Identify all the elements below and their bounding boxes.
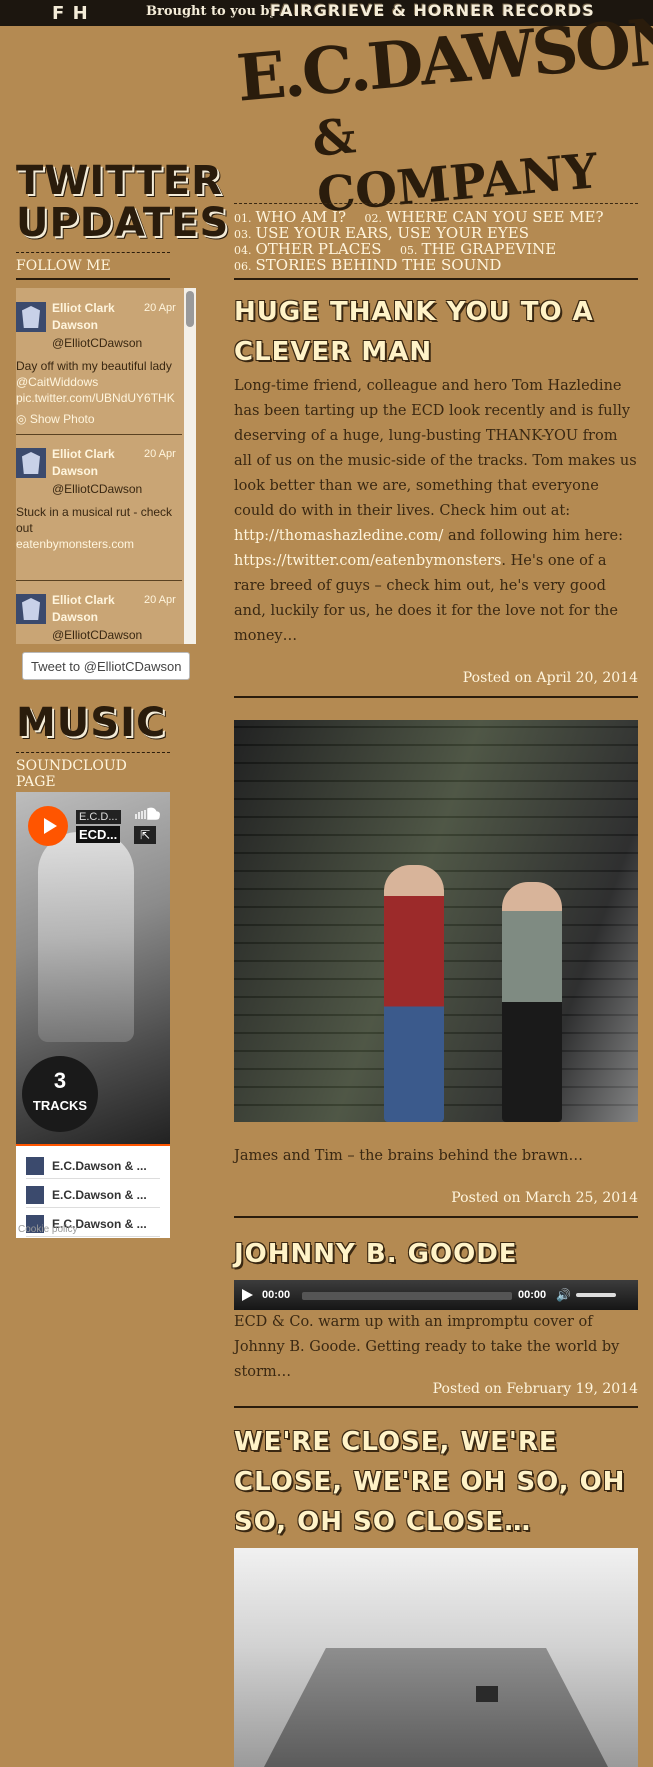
tweet-text-body: Stuck in a musical rut - check out	[16, 505, 173, 535]
show-photo-label: Show Photo	[29, 412, 95, 426]
avatar[interactable]	[16, 302, 46, 332]
twitter-heading-line1: TWITTER	[16, 158, 223, 204]
nav-num: 06.	[234, 260, 252, 273]
music-heading: MUSIC	[16, 700, 167, 746]
seek-bar[interactable]	[302, 1292, 512, 1300]
track-artwork	[26, 1186, 44, 1204]
post-divider	[234, 1406, 638, 1408]
post-link[interactable]: https://twitter.com/eatenbymonsters	[234, 553, 501, 569]
soundcloud-page-link[interactable]: SOUNDCLOUD PAGE	[16, 758, 170, 796]
divider	[16, 434, 182, 435]
nav-item-stories-behind-the-sound[interactable]: STORIES BEHIND THE SOUND	[256, 256, 502, 274]
duration: 00:00	[518, 1289, 547, 1301]
post-title[interactable]: JOHNNY B. GOODE	[234, 1234, 638, 1274]
tweet-text: Stuck in a musical rut - check out eaten…	[16, 504, 182, 552]
accent-bar	[16, 1144, 170, 1146]
vent	[476, 1686, 498, 1702]
post-divider	[234, 696, 638, 698]
tweet-to-button[interactable]: Tweet to @ElliotCDawson	[22, 652, 190, 680]
site-logo[interactable]: E.C.DAWSON & COMPANY	[234, 3, 653, 224]
tweet: Elliot Clark Dawson 20 Apr @ElliotCDawso…	[16, 446, 182, 576]
tweet-handle[interactable]: @ElliotCDawson	[52, 628, 142, 642]
follow-me-link[interactable]: FOLLOW ME	[16, 258, 170, 280]
volume-icon[interactable]: 🔊	[556, 1288, 571, 1302]
track-name: E.C.Dawson & ...	[52, 1159, 147, 1173]
fh-logo[interactable]: F H	[52, 2, 89, 24]
scrollbar-thumb[interactable]	[186, 291, 194, 327]
post-body: ECD & Co. warm up with an impromptu cove…	[234, 1314, 620, 1380]
divider	[16, 252, 170, 253]
post-link[interactable]: http://thomashazledine.com/	[234, 528, 443, 544]
post-date[interactable]: Posted on April 20, 2014	[234, 670, 638, 686]
soundcloud-artist[interactable]: E.C.D...	[76, 810, 121, 824]
track-count-badge: 3 TRACKS	[22, 1056, 98, 1132]
current-time: 00:00	[262, 1289, 291, 1301]
avatar[interactable]	[16, 448, 46, 478]
main-nav: 01. WHO AM I? 02. WHERE CAN YOU SEE ME? 03…	[234, 203, 638, 280]
photo-caption: James and Tim – the brains behind the br…	[234, 1148, 584, 1164]
audio-player: 00:00 00:00 🔊	[234, 1280, 638, 1310]
volume-slider[interactable]	[576, 1293, 616, 1297]
play-icon[interactable]	[242, 1289, 253, 1301]
tweet-handle[interactable]: @ElliotCDawson	[52, 336, 142, 350]
twitter-heading-line2: UPDATES	[16, 200, 230, 246]
divider	[16, 580, 182, 581]
tweet-mention[interactable]: @CaitWiddows	[16, 375, 98, 389]
show-photo-link[interactable]: ◎ Show Photo	[16, 412, 95, 426]
twitter-scrollbar[interactable]	[184, 288, 196, 644]
tweet: Elliot Clark Dawson 20 Apr @ElliotCDawso…	[16, 300, 182, 440]
divider	[16, 752, 170, 753]
tweet-link[interactable]: pic.twitter.com/UBNdUY6THK	[16, 391, 175, 405]
tweet-date[interactable]: 20 Apr	[144, 302, 176, 314]
tweet-date[interactable]: 20 Apr	[144, 448, 176, 460]
tweet-text: Day off with my beautiful lady @CaitWidd…	[16, 358, 182, 406]
post-body: Long-time friend, colleague and hero Tom…	[234, 374, 638, 649]
camera-icon: ◎	[16, 412, 30, 426]
fh-letters: F H	[52, 2, 89, 24]
soundcloud-widget: E.C.D... ECD... ⇱ 3 TRACKS E.C.Dawson & …	[16, 792, 170, 1238]
tweet: Elliot Clark Dawson 20 Apr @ElliotCDawso…	[16, 592, 182, 644]
avatar[interactable]	[16, 594, 46, 624]
artist-photo	[38, 832, 134, 1042]
tweet-author[interactable]: Elliot Clark Dawson	[52, 592, 132, 626]
brought-to-you-by: Brought to you by	[146, 4, 278, 19]
tracks-label: TRACKS	[32, 1098, 88, 1113]
soundcloud-logo-icon[interactable]	[134, 806, 160, 820]
post-text: Long-time friend, colleague and hero Tom…	[234, 378, 637, 519]
nav-num: 04.	[234, 244, 252, 257]
tweet-author[interactable]: Elliot Clark Dawson	[52, 300, 132, 334]
track-name: E.C.Dawson & ...	[52, 1188, 147, 1202]
band-photo[interactable]	[234, 720, 638, 1122]
person-tim	[502, 882, 562, 1122]
track-item[interactable]: E.C.Dawson & ...	[26, 1154, 160, 1179]
nav-num: 03.	[234, 228, 252, 241]
twitter-timeline[interactable]: Elliot Clark Dawson 20 Apr @ElliotCDawso…	[16, 288, 196, 644]
play-button[interactable]	[28, 806, 68, 846]
twitter-heading: TWITTER UPDATES	[16, 160, 229, 244]
tweet-handle[interactable]: @ElliotCDawson	[52, 482, 142, 496]
track-count: 3	[53, 1068, 67, 1093]
tweet-link[interactable]: eatenbymonsters.com	[16, 537, 134, 551]
post-title[interactable]: WE'RE CLOSE, WE'RE CLOSE, WE'RE OH SO, O…	[234, 1422, 638, 1542]
tweet-author[interactable]: Elliot Clark Dawson	[52, 446, 132, 480]
tweet-text-body: Day off with my beautiful lady	[16, 359, 172, 373]
tweet-date[interactable]: 20 Apr	[144, 594, 176, 606]
share-icon[interactable]: ⇱	[134, 826, 156, 844]
ceiling	[264, 1648, 608, 1767]
nav-num: 01.	[234, 212, 252, 225]
person-james	[384, 865, 444, 1122]
cookie-policy-link[interactable]: Cookie policy	[18, 1224, 77, 1235]
post-date[interactable]: Posted on February 19, 2014	[234, 1381, 638, 1397]
post-date[interactable]: Posted on March 25, 2014	[234, 1190, 638, 1206]
soundcloud-title[interactable]: ECD...	[76, 826, 121, 843]
post-text: and following him here:	[443, 528, 623, 544]
post-title[interactable]: HUGE THANK YOU TO A CLEVER MAN	[234, 292, 638, 372]
post-divider	[234, 1216, 638, 1218]
track-item[interactable]: E.C.Dawson & ...	[26, 1183, 160, 1208]
track-artwork	[26, 1157, 44, 1175]
post-photo[interactable]	[234, 1548, 638, 1767]
